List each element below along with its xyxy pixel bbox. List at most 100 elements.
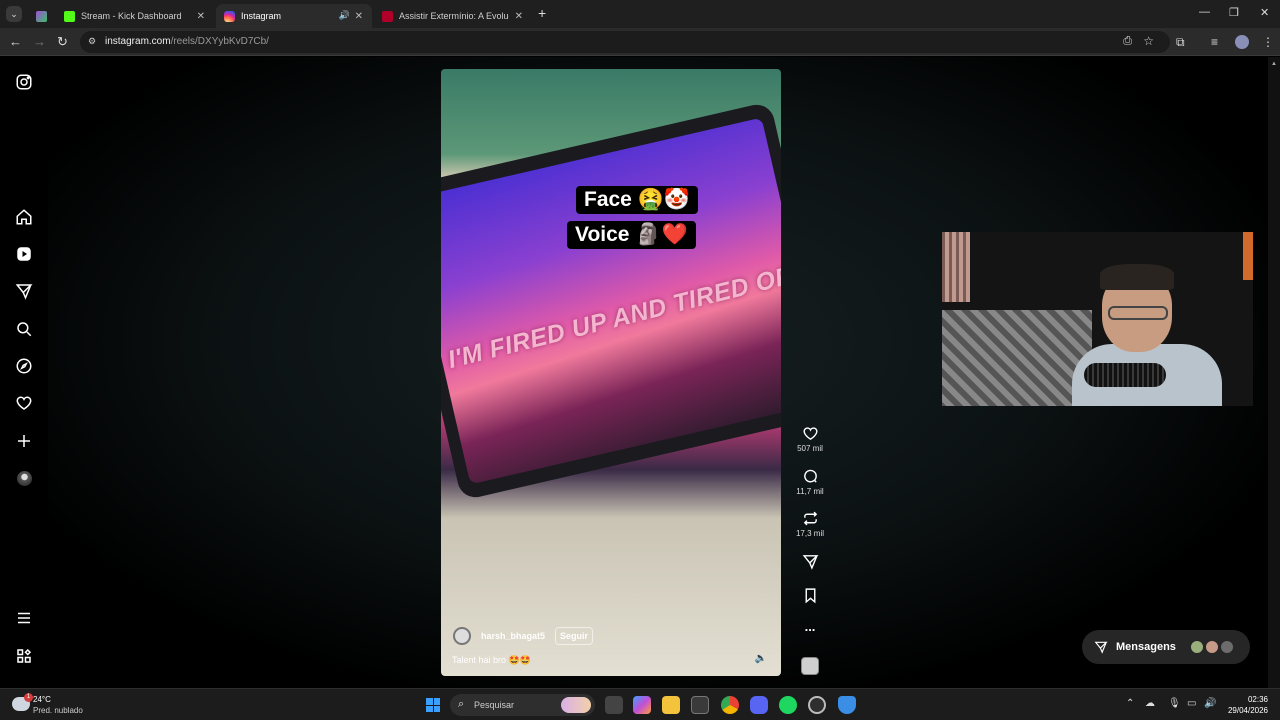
message-avatar xyxy=(1205,640,1219,654)
clock-date[interactable]: 29/04/2026 xyxy=(1224,706,1268,715)
windows-start-icon[interactable] xyxy=(426,698,440,712)
instagram-logo-icon[interactable] xyxy=(14,72,34,92)
reel-author-username[interactable]: harsh_bhagat5 xyxy=(481,631,545,641)
url-host: instagram.com xyxy=(105,36,171,47)
close-window-icon[interactable]: ✕ xyxy=(1260,6,1269,19)
url-path: /reels/DXYybKvD7Cb/ xyxy=(170,36,269,47)
repost-button[interactable]: 17,3 mil xyxy=(790,510,830,538)
explore-compass-icon[interactable] xyxy=(14,356,34,376)
more-menu-icon[interactable] xyxy=(14,608,34,628)
maximize-icon[interactable]: ❐ xyxy=(1229,6,1239,19)
clock-time[interactable]: 02:36 xyxy=(1236,695,1268,704)
browser-toolbar: ← → ↻ ⚙ instagram.com/reels/DXYybKvD7Cb/… xyxy=(0,28,1280,56)
microphone-icon[interactable]: 🎙 xyxy=(1168,698,1181,709)
profile-avatar-image xyxy=(16,470,32,486)
speaker-icon[interactable]: 🔊 xyxy=(339,10,350,21)
address-bar[interactable]: ⚙ instagram.com/reels/DXYybKvD7Cb/ ⎙ ☆ xyxy=(80,31,1170,53)
direct-messages-icon[interactable] xyxy=(14,281,34,301)
tab-label: Instagram xyxy=(241,11,282,21)
security-shield-icon[interactable] xyxy=(838,696,856,714)
save-button[interactable] xyxy=(790,587,830,604)
instagram-icon xyxy=(224,10,235,22)
also-from-meta-icon[interactable] xyxy=(14,646,34,666)
share-button[interactable] xyxy=(790,553,830,570)
follow-button[interactable]: Seguir xyxy=(555,627,594,645)
page-scrollbar[interactable]: ▲ xyxy=(1268,57,1280,688)
tab-instagram[interactable]: Instagram 🔊 ✕ xyxy=(216,4,372,28)
audio-thumbnail[interactable] xyxy=(801,657,819,675)
new-tab-button[interactable]: + xyxy=(538,5,546,21)
tab-label: Assistir Extermínio: A Evolução xyxy=(399,11,509,21)
copilot-icon[interactable] xyxy=(633,696,651,714)
webcam-curtain xyxy=(942,232,970,302)
tab-exterminio[interactable]: Assistir Extermínio: A Evolução ✕ xyxy=(374,4,532,28)
discord-icon[interactable] xyxy=(750,696,768,714)
minimize-icon[interactable]: — xyxy=(1199,6,1210,18)
url-text: instagram.com/reels/DXYybKvD7Cb/ xyxy=(105,36,269,47)
media-control-icon[interactable]: ≡ xyxy=(1211,35,1218,49)
profile-avatar[interactable] xyxy=(1235,35,1249,49)
profile-avatar[interactable] xyxy=(14,468,34,488)
cloud-sync-icon[interactable]: ☁ xyxy=(1145,698,1155,709)
video-overlay-text-face: Face 🤮🤡 xyxy=(576,186,698,214)
bookmark-star-icon[interactable]: ☆ xyxy=(1143,34,1154,48)
webcam-person-hair xyxy=(1100,264,1174,290)
weather-temperature: 24°C xyxy=(33,695,51,704)
search-highlight-icon xyxy=(561,697,591,713)
extensions-icon[interactable]: ⧉ xyxy=(1176,35,1185,50)
file-explorer-icon[interactable] xyxy=(662,696,680,714)
back-icon[interactable]: ← xyxy=(9,34,22,49)
windows-taskbar: 1 24°C Pred. nublado ⌕ Pesquisar ⌃ ☁ 🎙 ▭… xyxy=(0,688,1280,720)
reels-icon[interactable] xyxy=(14,244,34,264)
obs-icon[interactable] xyxy=(808,696,826,714)
close-tab-icon[interactable]: ✕ xyxy=(197,11,205,22)
video-overlay-text-voice: Voice 🗿❤️ xyxy=(567,221,696,249)
tab-label: Stream - Kick Dashboard xyxy=(81,11,182,21)
volume-icon[interactable]: 🔊 xyxy=(1204,698,1216,709)
instagram-page: I'M FIRED UP AND TIRED OF Face 🤮🤡 Voice … xyxy=(0,57,1280,688)
like-count: 507 mil xyxy=(797,444,823,453)
menu-kebab-icon[interactable]: ⋮ xyxy=(1262,35,1274,49)
messages-label: Mensagens xyxy=(1116,641,1176,653)
comment-button[interactable]: 11,7 mil xyxy=(790,468,830,496)
volume-icon[interactable]: 🔈 xyxy=(755,653,767,664)
chevron-up-icon[interactable]: ⌃ xyxy=(1126,698,1134,709)
install-app-icon[interactable]: ⎙ xyxy=(1123,35,1132,48)
display-icon[interactable]: ▭ xyxy=(1187,698,1196,709)
like-button[interactable]: 507 mil xyxy=(790,425,830,453)
tab-kick-dashboard[interactable]: Stream - Kick Dashboard ✕ xyxy=(56,4,214,28)
search-icon[interactable] xyxy=(14,319,34,339)
task-view-icon[interactable] xyxy=(605,696,623,714)
scroll-up-icon[interactable]: ▲ xyxy=(1271,61,1277,67)
microsoft-store-icon[interactable] xyxy=(691,696,709,714)
weather-description: Pred. nublado xyxy=(33,706,83,715)
webcam-overlay xyxy=(942,232,1253,406)
kick-icon xyxy=(64,10,75,22)
chrome-icon[interactable] xyxy=(721,696,739,714)
more-options-button[interactable]: ... xyxy=(790,619,830,634)
webcam-microphone xyxy=(1084,363,1166,387)
heart-icon xyxy=(802,427,818,441)
notifications-heart-icon[interactable] xyxy=(14,393,34,413)
reel-author-avatar[interactable] xyxy=(453,627,471,645)
create-plus-icon[interactable] xyxy=(14,431,34,451)
repost-icon xyxy=(803,511,817,526)
home-icon[interactable] xyxy=(14,207,34,227)
webcam-person-glasses xyxy=(1108,306,1168,320)
reel-caption: Talent hai bro 🤩🤩 xyxy=(452,655,531,665)
messages-button[interactable]: Mensagens xyxy=(1082,630,1250,664)
taskbar-search[interactable]: ⌕ Pesquisar xyxy=(450,694,595,716)
spotify-icon[interactable] xyxy=(779,696,797,714)
forward-icon[interactable]: → xyxy=(33,34,46,49)
app-icon xyxy=(36,10,47,22)
site-settings-icon[interactable]: ⚙ xyxy=(88,36,96,47)
tab-pinned-app[interactable] xyxy=(28,4,54,28)
tab-search-button[interactable]: ⌄ xyxy=(6,6,22,22)
instagram-sidebar xyxy=(0,57,48,688)
close-tab-icon[interactable]: ✕ xyxy=(515,11,523,22)
webcam-bed xyxy=(942,310,1092,406)
search-placeholder: Pesquisar xyxy=(474,700,515,710)
reel-video[interactable]: I'M FIRED UP AND TIRED OF Face 🤮🤡 Voice … xyxy=(441,69,781,676)
reload-icon[interactable]: ↻ xyxy=(57,34,68,50)
close-tab-icon[interactable]: ✕ xyxy=(355,11,363,22)
